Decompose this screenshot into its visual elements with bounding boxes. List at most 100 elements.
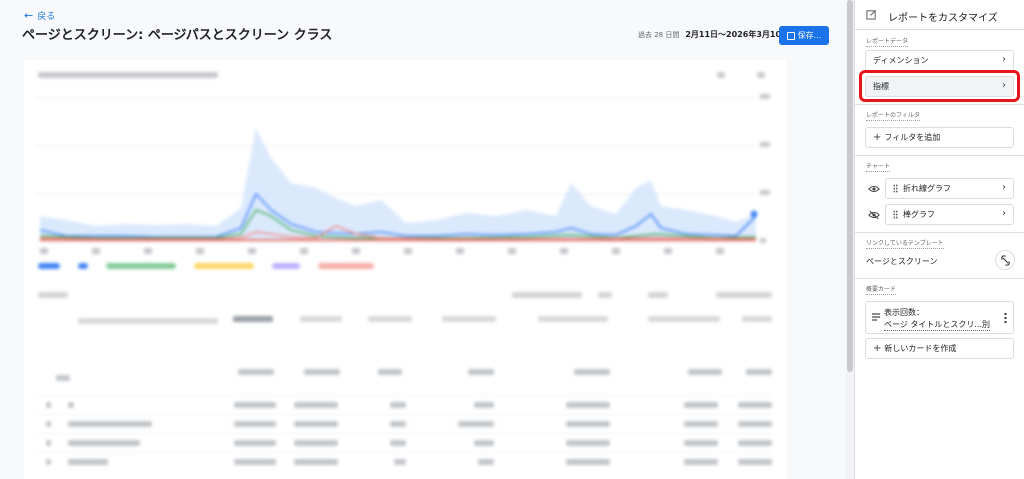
table-cell — [390, 402, 406, 408]
unlink-template-button[interactable] — [995, 250, 1015, 270]
chart-tool-icon — [717, 72, 725, 78]
y-tick-label — [760, 238, 766, 243]
table-cell — [566, 440, 610, 446]
table-row — [38, 414, 773, 433]
page-title: ページとスクリーン: ページパスとスクリーン クラス — [22, 28, 333, 43]
table-cell — [304, 369, 340, 375]
legend-item — [194, 263, 254, 269]
chart-item-label: 折れ線グラフ — [903, 184, 951, 193]
table-cell — [46, 440, 51, 446]
table-cell — [566, 402, 610, 408]
x-tick-label — [144, 248, 152, 254]
add-filter-button[interactable]: + フィルタを追加 — [865, 127, 1014, 148]
column-header — [538, 316, 608, 322]
plus-icon: + — [873, 342, 882, 354]
metrics-highlight-annotation — [859, 70, 1020, 102]
column-header — [442, 316, 496, 322]
legend-item — [272, 263, 300, 269]
table-cell — [684, 459, 718, 465]
table-cell — [46, 421, 51, 427]
save-icon — [786, 31, 795, 40]
back-link[interactable]: ← 戻る — [24, 9, 55, 22]
save-button[interactable]: 保存... — [779, 26, 829, 45]
eye-off-icon[interactable] — [868, 210, 880, 220]
section-divider — [855, 155, 1024, 156]
x-tick-label — [456, 248, 464, 254]
table-cell — [474, 402, 494, 408]
table-cell — [688, 369, 722, 375]
table-cell — [294, 440, 338, 446]
table-cell — [68, 402, 74, 408]
column-header — [300, 316, 342, 322]
summary-card-subtitle: ページ タイトルとスクリ...別 — [884, 320, 991, 331]
create-card-button[interactable]: + 新しいカードを作成 — [865, 338, 1014, 359]
pager-placeholder — [648, 292, 668, 298]
chart-title-placeholder — [38, 72, 218, 78]
date-caption: 過去 28 日間 — [638, 31, 680, 39]
template-name: ページとスクリーン — [866, 257, 938, 266]
report-card — [24, 60, 786, 479]
eye-icon[interactable] — [868, 184, 880, 194]
table-cell — [746, 369, 772, 375]
table-cell — [390, 440, 406, 446]
drag-handle-icon[interactable] — [893, 210, 898, 219]
rows-per-page-placeholder — [512, 292, 582, 298]
x-tick-label — [248, 248, 256, 254]
blurred-report-content — [24, 60, 786, 479]
table-cell — [684, 440, 718, 446]
x-tick-label — [404, 248, 412, 254]
document-icon — [872, 313, 880, 321]
chevron-right-icon: › — [1002, 54, 1006, 65]
save-label: 保存... — [797, 31, 822, 40]
chart-item-bar[interactable]: 棒グラフ › — [885, 204, 1014, 225]
more-vert-icon[interactable] — [1004, 312, 1007, 323]
table-cell — [458, 421, 494, 427]
date-range-selector[interactable]: 過去 28 日間 2月11日～2026年3月10日 — [638, 29, 789, 40]
drag-handle-icon[interactable] — [893, 184, 898, 193]
table-cell — [684, 421, 718, 427]
table-cell — [738, 459, 772, 465]
table-cell — [234, 440, 276, 446]
series-end-point — [750, 210, 758, 218]
x-tick-label — [40, 248, 48, 254]
column-header — [368, 316, 412, 322]
summary-card[interactable]: 表示回数： ページ タイトルとスクリ...別 — [865, 301, 1014, 334]
back-arrow-icon: ← — [24, 9, 34, 22]
chart-item-line[interactable]: 折れ線グラフ › — [885, 178, 1014, 199]
chevron-right-icon: › — [1002, 182, 1006, 193]
table-cell — [566, 459, 610, 465]
summary-cards-label: 概要カード — [866, 286, 897, 295]
chart-item-label: 棒グラフ — [903, 210, 935, 219]
table-cell — [574, 369, 610, 375]
chart-section-label: チャート — [866, 163, 890, 172]
x-tick-label — [612, 248, 620, 254]
table-cell — [294, 402, 338, 408]
table-toolbar — [38, 292, 773, 300]
table-cell — [234, 459, 276, 465]
x-tick-label — [196, 248, 204, 254]
legend-item — [38, 263, 60, 269]
scrollbar-thumb[interactable] — [847, 0, 853, 372]
main-scrollbar[interactable] — [846, 0, 854, 479]
create-card-label: 新しいカードを作成 — [884, 344, 957, 353]
dimensions-item[interactable]: ディメンション › — [865, 50, 1014, 71]
table-cell — [46, 402, 51, 408]
x-tick-label — [560, 248, 568, 254]
table-cell — [394, 459, 406, 465]
table-cell — [566, 421, 610, 427]
table-cell — [56, 375, 70, 381]
table-cell — [738, 440, 772, 446]
x-tick-label — [508, 248, 516, 254]
chart-tool-icon — [757, 72, 765, 78]
column-header — [648, 316, 720, 322]
table-cell — [684, 402, 718, 408]
x-tick-label — [92, 248, 100, 254]
table-cell — [68, 440, 140, 446]
table-cell — [474, 440, 494, 446]
column-header — [233, 316, 273, 322]
table-cell — [478, 459, 494, 465]
x-tick-label — [352, 248, 360, 254]
report-data-label: レポートデータ — [866, 38, 909, 47]
table-cell — [378, 369, 402, 375]
table-cell — [294, 421, 338, 427]
